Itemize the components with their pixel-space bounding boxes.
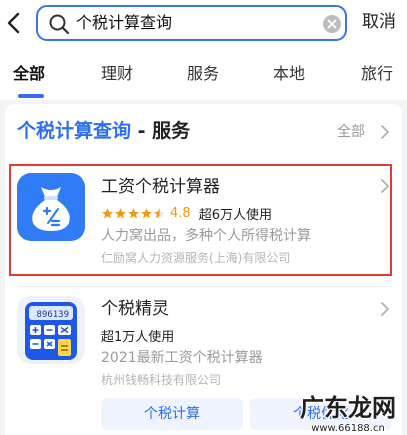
search-icon (49, 14, 70, 35)
user-count: 超1万人使用 (101, 330, 175, 345)
watermark-logo: 广东龙网 www.66188.cn (299, 393, 398, 434)
app-description: 2021最新工资个税计算器 (101, 350, 263, 366)
section-all-link[interactable]: 全部 (337, 122, 365, 142)
app-description: 人力窝出品，多种个人所得税计算 (101, 228, 311, 244)
calculator-icon[interactable]: 896139 (17, 296, 85, 364)
app-company: 杭州钱畅科技有限公司 (101, 373, 222, 387)
rating-row: 超1万人使用 (101, 325, 175, 345)
tab-travel[interactable]: 旅行 (361, 63, 393, 85)
app-company: 仁励窝人力资源服务(上海)有限公司 (101, 251, 291, 265)
star-half-icon (154, 208, 165, 219)
tab-local[interactable]: 本地 (273, 63, 305, 85)
chevron-right-icon[interactable] (380, 301, 390, 317)
star-icon (141, 208, 152, 219)
tax-calc-button[interactable]: 个税计算 (101, 398, 243, 430)
section-title: 个税计算查询 - 服务 (17, 117, 190, 145)
cancel-button[interactable]: 取消 (362, 10, 396, 34)
app-name[interactable]: 个税精灵 (101, 297, 169, 321)
back-arrow-icon[interactable] (3, 10, 27, 36)
section-title-category: - 服务 (131, 120, 191, 142)
star-icon (115, 208, 126, 219)
watermark-text: 广东龙网 (300, 394, 396, 422)
chevron-right-icon[interactable] (380, 124, 390, 140)
app-name[interactable]: 工资个税计算器 (101, 175, 220, 199)
category-tabs: 全部 理财 服务 本地 旅行 (0, 55, 407, 98)
divider (18, 286, 391, 287)
chevron-right-icon[interactable] (380, 178, 390, 194)
tab-finance[interactable]: 理财 (101, 63, 133, 85)
rating-value: 4.8 (170, 206, 191, 221)
section-title-keyword: 个税计算查询 (17, 120, 132, 142)
user-count: 超6万人使用 (198, 208, 272, 223)
clear-icon[interactable] (323, 15, 341, 33)
calc-display-text: 896139 (36, 310, 69, 320)
tab-all[interactable]: 全部 (13, 63, 45, 85)
tab-services[interactable]: 服务 (187, 63, 219, 85)
top-bar: 个税计算查询 取消 全部 理财 服务 本地 旅行 (0, 0, 407, 100)
search-box[interactable]: 个税计算查询 (36, 5, 347, 41)
rating-row: 4.8 超6万人使用 (101, 203, 272, 223)
search-input[interactable]: 个税计算查询 (76, 12, 172, 34)
tab-active-indicator (18, 94, 44, 98)
star-icon (102, 208, 113, 219)
money-bag-icon[interactable] (17, 173, 85, 241)
star-icon (128, 208, 139, 219)
watermark-site: www.66188.cn (311, 423, 385, 434)
